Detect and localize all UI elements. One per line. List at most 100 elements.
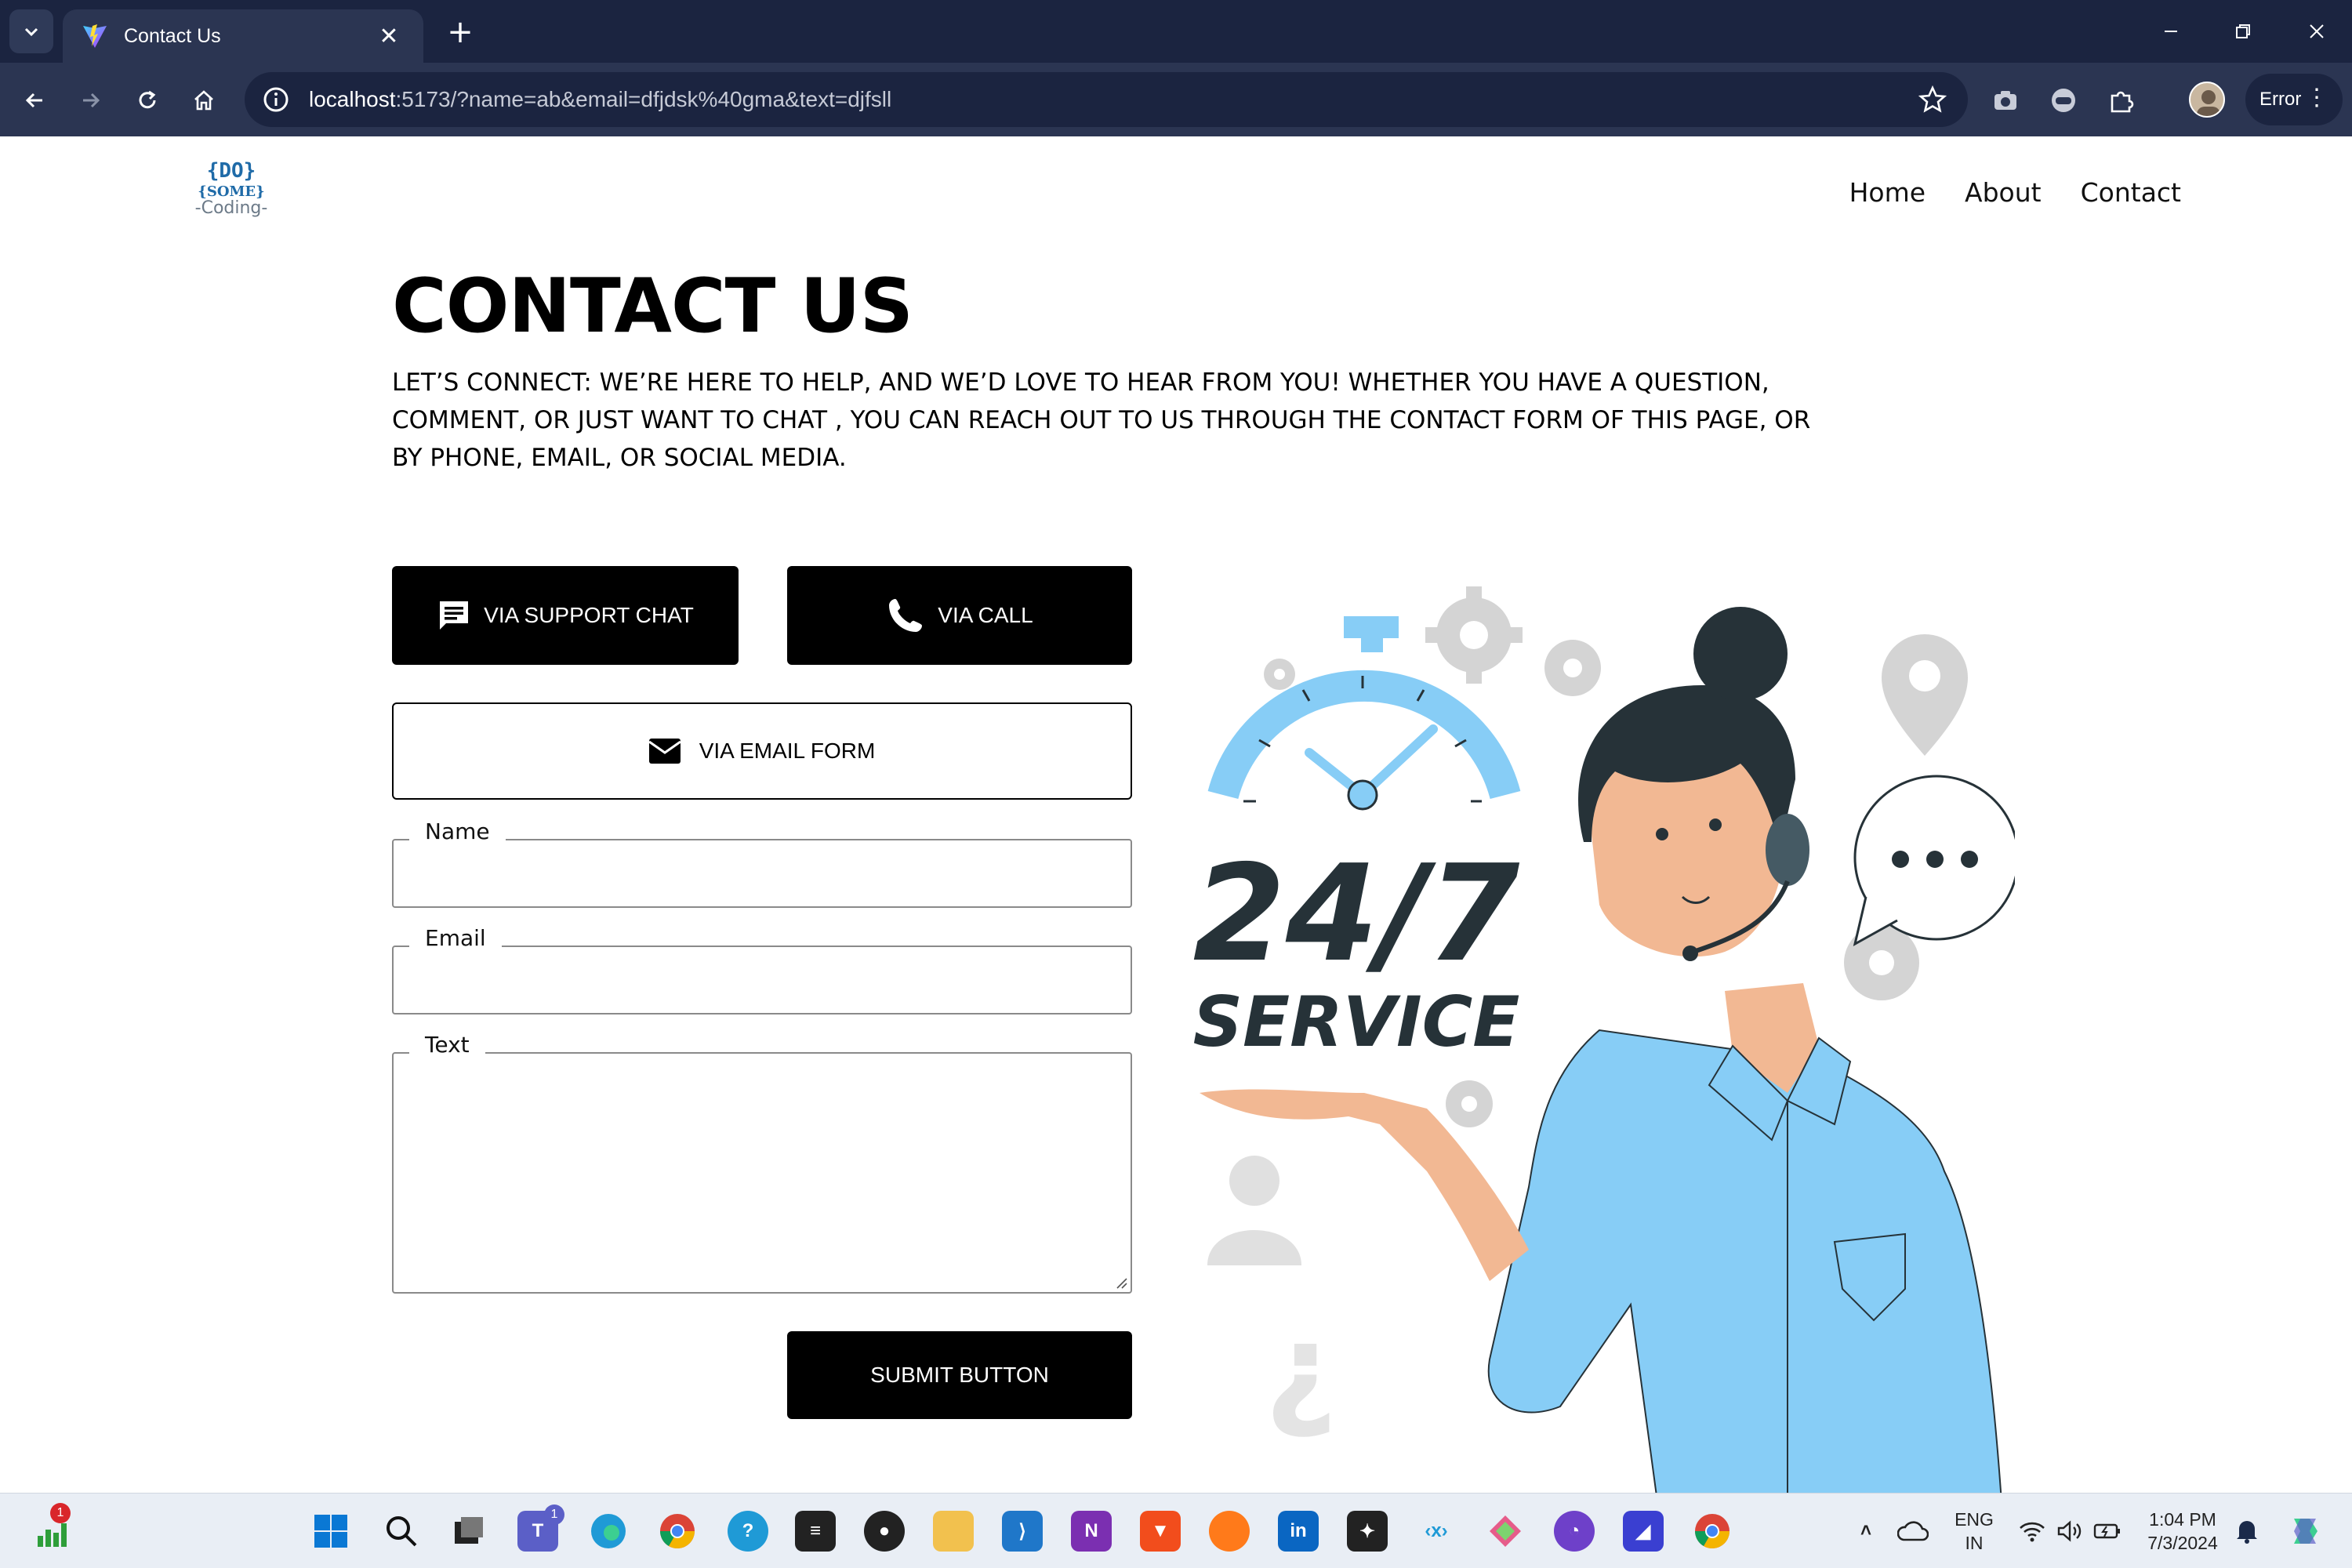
kebab-menu-icon[interactable]: ⋮	[2305, 85, 2328, 111]
support-chat-button[interactable]: VIA SUPPORT CHAT	[392, 566, 739, 665]
tab-close-icon[interactable]: ✕	[373, 23, 405, 50]
linkedin-icon[interactable]: in	[1278, 1511, 1319, 1552]
nav-contact-link[interactable]: Contact	[2081, 177, 2181, 208]
forward-arrow-icon[interactable]	[69, 78, 113, 122]
site-info-icon[interactable]	[260, 84, 292, 115]
support-chat-label: VIA SUPPORT CHAT	[484, 603, 694, 627]
bookmark-star-icon[interactable]	[1918, 85, 1947, 114]
text-input[interactable]	[394, 1054, 1131, 1292]
svg-text:{SOME}: {SOME}	[198, 183, 264, 200]
browser-tab-active[interactable]: Contact Us ✕	[63, 9, 423, 63]
chat-bubble-icon	[440, 601, 469, 630]
service-label-text: SERVICE	[1193, 982, 1520, 1062]
edge-browser-icon[interactable]	[588, 1511, 629, 1552]
clock-time: 1:04 PM	[2149, 1509, 2216, 1530]
battery-icon[interactable]	[2087, 1511, 2128, 1552]
notification-badge: 1	[50, 1503, 71, 1523]
file-explorer-icon[interactable]	[933, 1511, 974, 1552]
speech-bubble-icon	[1853, 775, 2015, 946]
tab-title: Contact Us	[124, 24, 221, 47]
vite-favicon-icon	[83, 24, 107, 48]
name-label: Name	[409, 818, 506, 844]
resize-grip-icon[interactable]	[1113, 1275, 1127, 1289]
gear-icon	[1844, 925, 1919, 1000]
terminal-icon[interactable]: ≡	[795, 1511, 836, 1552]
extension-badge-icon[interactable]	[2046, 83, 2081, 118]
onedrive-cloud-icon[interactable]	[1893, 1511, 1933, 1552]
nav-about-link[interactable]: About	[1965, 177, 2042, 208]
restore-icon[interactable]	[2216, 11, 2270, 52]
call-button[interactable]: VIA CALL	[787, 566, 1132, 665]
submit-label: SUBMIT BUTTON	[870, 1363, 1049, 1387]
home-icon[interactable]	[182, 78, 226, 122]
envelope-icon	[648, 739, 681, 764]
back-arrow-icon[interactable]	[13, 78, 56, 122]
system-clock[interactable]: 1:04 PM 7/3/2024	[2136, 1508, 2230, 1555]
page-subtitle: LET’S CONNECT: WE’RE HERE TO HELP, AND W…	[392, 368, 1811, 472]
location-pin-icon	[1882, 634, 1968, 756]
input-language[interactable]: ENG IN	[1952, 1508, 1996, 1555]
gear-icon	[1544, 640, 1601, 696]
firefox-icon[interactable]	[1209, 1511, 1250, 1552]
dev-tool-icon[interactable]: ‹x›	[1416, 1511, 1457, 1552]
gear-icon	[1425, 586, 1523, 684]
search-icon[interactable]	[381, 1511, 422, 1552]
user-silhouette-icon	[1207, 1156, 1301, 1265]
text-field: Text	[392, 1032, 1132, 1294]
windows-start-icon[interactable]	[310, 1511, 351, 1552]
vscode-icon[interactable]: ⟩	[1002, 1511, 1043, 1552]
linear-icon[interactable]: ◢	[1623, 1511, 1664, 1552]
new-tab-plus-icon[interactable]: +	[441, 13, 480, 52]
email-field: Email	[392, 925, 1132, 1014]
github-icon[interactable]: ◔	[1554, 1511, 1595, 1552]
address-bar[interactable]: localhost:5173/?name=ab&email=dfjdsk%40g…	[245, 72, 1968, 127]
page-viewport: {DO} {SOME} -Coding- Home About Contact …	[0, 136, 2352, 1568]
name-field: Name	[392, 818, 1132, 908]
figma-icon[interactable]: ✦	[1347, 1511, 1388, 1552]
clock-date: 7/3/2024	[2147, 1533, 2218, 1553]
profile-avatar[interactable]	[2189, 82, 2225, 118]
brave-icon[interactable]: ▼	[1140, 1511, 1181, 1552]
browser-tabstrip: Contact Us ✕ +	[0, 0, 2352, 63]
email-input[interactable]	[394, 947, 1131, 1013]
minimize-icon[interactable]	[2143, 11, 2198, 52]
close-window-icon[interactable]	[2289, 11, 2344, 52]
gear-icon	[1264, 659, 1295, 690]
camera-extension-icon[interactable]	[1988, 83, 2023, 118]
page-title: CONTACT US	[392, 263, 913, 350]
url-text[interactable]: localhost:5173/?name=ab&email=dfjdsk%40g…	[309, 87, 891, 112]
help-icon[interactable]: ?	[728, 1511, 768, 1552]
tray-chevron-up-icon[interactable]: ˄	[1846, 1511, 1886, 1552]
notification-bell-icon[interactable]	[2227, 1511, 2267, 1552]
gear-icon	[1446, 1080, 1493, 1127]
profile-error-button[interactable]: Error ⋮	[2245, 74, 2343, 125]
chrome-active-icon[interactable]	[1692, 1511, 1733, 1552]
os-taskbar: 1 T 1 ? ≡ ● ⟩ N ▼ in ✦ ‹x› ◔ ◢ ˄ ENG IN	[0, 1493, 2352, 1568]
svg-text:-Coding-: -Coding-	[195, 198, 268, 218]
volume-icon[interactable]	[2049, 1511, 2090, 1552]
call-label: VIA CALL	[938, 603, 1033, 627]
name-input[interactable]	[394, 840, 1131, 906]
profile-error-label: Error	[2259, 89, 2302, 110]
extensions-puzzle-icon[interactable]	[2104, 83, 2139, 118]
question-mark-icon: ?	[1265, 1314, 1338, 1461]
onenote-icon[interactable]: N	[1071, 1511, 1112, 1552]
nav-home-link[interactable]: Home	[1849, 177, 1926, 208]
chrome-icon[interactable]	[657, 1511, 698, 1552]
copilot-icon[interactable]	[2285, 1511, 2325, 1552]
email-form-button[interactable]: VIA EMAIL FORM	[392, 702, 1132, 800]
phone-icon	[889, 599, 923, 632]
task-view-icon[interactable]	[448, 1511, 489, 1552]
wifi-icon[interactable]	[2012, 1511, 2053, 1552]
email-label: Email	[409, 925, 502, 951]
submit-button[interactable]: SUBMIT BUTTON	[787, 1331, 1132, 1419]
reload-icon[interactable]	[125, 78, 169, 122]
gitkraken-icon[interactable]	[1485, 1511, 1526, 1552]
obs-icon[interactable]: ●	[864, 1511, 905, 1552]
site-logo[interactable]: {DO} {SOME} -Coding-	[188, 157, 274, 223]
language-code: ENG	[1955, 1509, 1994, 1530]
text-label: Text	[409, 1032, 485, 1058]
main-nav: Home About Contact	[1849, 177, 2181, 208]
browser-toolbar: localhost:5173/?name=ab&email=dfjdsk%40g…	[0, 63, 2352, 136]
tab-search-button[interactable]	[9, 9, 53, 53]
